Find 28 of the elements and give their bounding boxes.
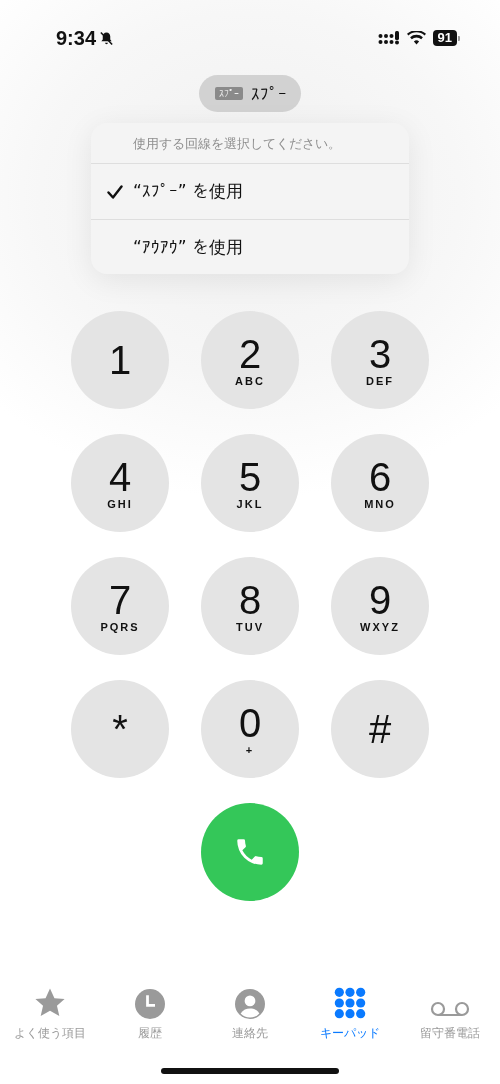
keypad-key[interactable]: 1 bbox=[71, 311, 169, 409]
person-icon bbox=[235, 989, 265, 1019]
signal-icon bbox=[377, 31, 400, 45]
keypad-key[interactable]: 6 MNO bbox=[331, 434, 429, 532]
line-option[interactable]: “ｽﾌﾟｰ” を使用 bbox=[91, 164, 409, 219]
keypad-key[interactable]: # bbox=[331, 680, 429, 778]
keypad-key[interactable]: 3 DEF bbox=[331, 311, 429, 409]
wifi-icon bbox=[406, 31, 426, 45]
status-time: 9:34 bbox=[56, 26, 97, 50]
keypad-key[interactable]: 5 JKL bbox=[201, 434, 299, 532]
keypad-key[interactable]: * bbox=[71, 680, 169, 778]
checkmark-icon bbox=[107, 184, 123, 199]
keypad-icon bbox=[334, 987, 366, 1019]
line-option[interactable]: “ｱｳｱｳ” を使用 bbox=[91, 219, 409, 274]
voicemail-icon bbox=[428, 999, 472, 1019]
muted-bell-icon bbox=[99, 30, 115, 46]
keypad-key[interactable]: 2 ABC bbox=[201, 311, 299, 409]
keypad-key[interactable]: 7 PQRS bbox=[71, 557, 169, 655]
battery-level: 91 bbox=[432, 30, 457, 46]
tab[interactable]: キーパッド bbox=[300, 986, 400, 1042]
keypad-key[interactable]: 0 + bbox=[201, 680, 299, 778]
clock-icon bbox=[135, 989, 165, 1019]
keypad-key[interactable]: 9 WXYZ bbox=[331, 557, 429, 655]
line-selector[interactable]: ｽﾌﾟｰ ｽﾌﾟｰ bbox=[199, 75, 301, 112]
keypad-key[interactable]: 8 TUV bbox=[201, 557, 299, 655]
menu-prompt: 使用する回線を選択してください。 bbox=[91, 123, 409, 164]
line-badge: ｽﾌﾟｰ bbox=[215, 87, 243, 100]
keypad-key[interactable]: 4 GHI bbox=[71, 434, 169, 532]
